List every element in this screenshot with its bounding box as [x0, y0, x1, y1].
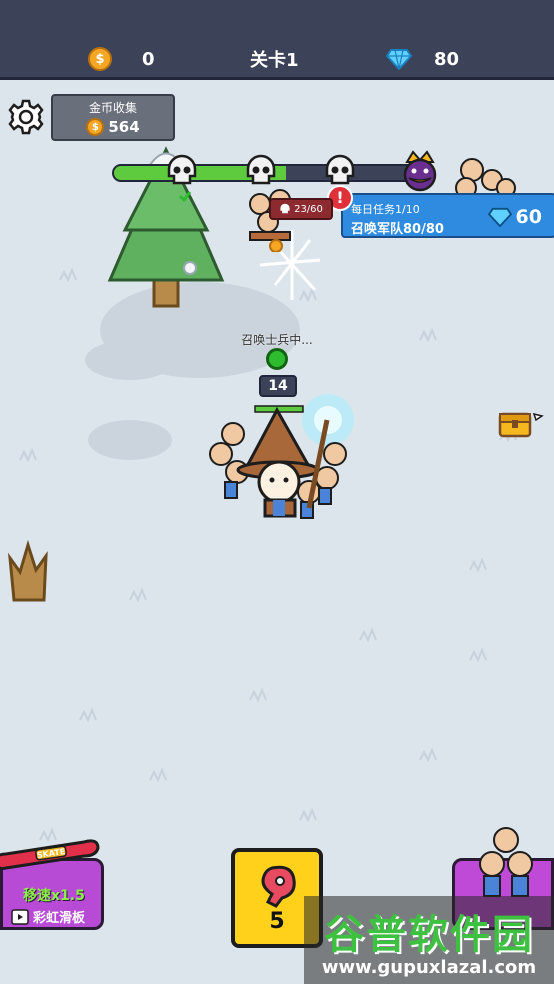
mission-reward: 60 [487, 206, 542, 228]
video-ad-icon [11, 908, 29, 925]
diamond-icon [487, 207, 512, 227]
enemy-count-tag: 23/60 [269, 198, 333, 220]
coin-counter: $ 0 [88, 46, 155, 72]
mission-progress: 每日任务1/10 [351, 203, 420, 216]
boss-icon [403, 150, 437, 192]
skateboard-icon: SKATE [0, 839, 100, 870]
check-icon [178, 191, 192, 202]
skull-icon [167, 154, 197, 185]
coin-icon: $ [86, 118, 105, 136]
summon-indicator [266, 348, 288, 370]
level-title: 关卡1 [250, 50, 299, 71]
top-bar: $ 0 关卡1 80 [0, 0, 554, 80]
coin-collect-title: 金币收集 [88, 101, 137, 115]
daily-mission-panel[interactable]: 每日任务1/10 召唤军队80/80 60 [341, 193, 554, 238]
gem-counter: 80 [386, 46, 459, 72]
coin-collect-value: 564 [108, 118, 140, 136]
skull-icon [280, 203, 290, 214]
coin-collect-panel[interactable]: 金币收集 $ 564 [51, 94, 175, 141]
skate-name: 彩虹滑板 [33, 911, 86, 926]
player-level-badge: 14 [259, 375, 297, 397]
diamond-icon [386, 49, 412, 70]
dead-tree-stump [7, 539, 48, 602]
treasure-chest-icon[interactable] [498, 406, 546, 440]
summon-status-text: 召唤士兵中... [241, 333, 313, 347]
site-watermark: 谷普软件园 www.gupuxlazal.com [304, 896, 554, 984]
watermark-url: www.gupuxlazal.com [321, 957, 537, 978]
gem-count: 80 [434, 48, 460, 70]
mission-reward-value: 60 [515, 206, 542, 228]
skull-icon [325, 154, 355, 185]
watermark-title: 谷普软件园 [324, 912, 534, 958]
gear-icon[interactable] [8, 99, 44, 135]
mission-description: 召唤军队80/80 [351, 222, 444, 237]
soldier-group-icon [479, 827, 533, 897]
meat-icon [261, 865, 296, 908]
skate-speed: 移速x1.5 [23, 888, 85, 904]
ground-shadow [88, 420, 172, 460]
player-wizard[interactable] [205, 398, 355, 528]
coin-icon: $ [88, 47, 112, 71]
enemy-count: 23/60 [294, 203, 323, 215]
enemy-group [455, 158, 516, 198]
coin-count: 0 [142, 48, 155, 70]
